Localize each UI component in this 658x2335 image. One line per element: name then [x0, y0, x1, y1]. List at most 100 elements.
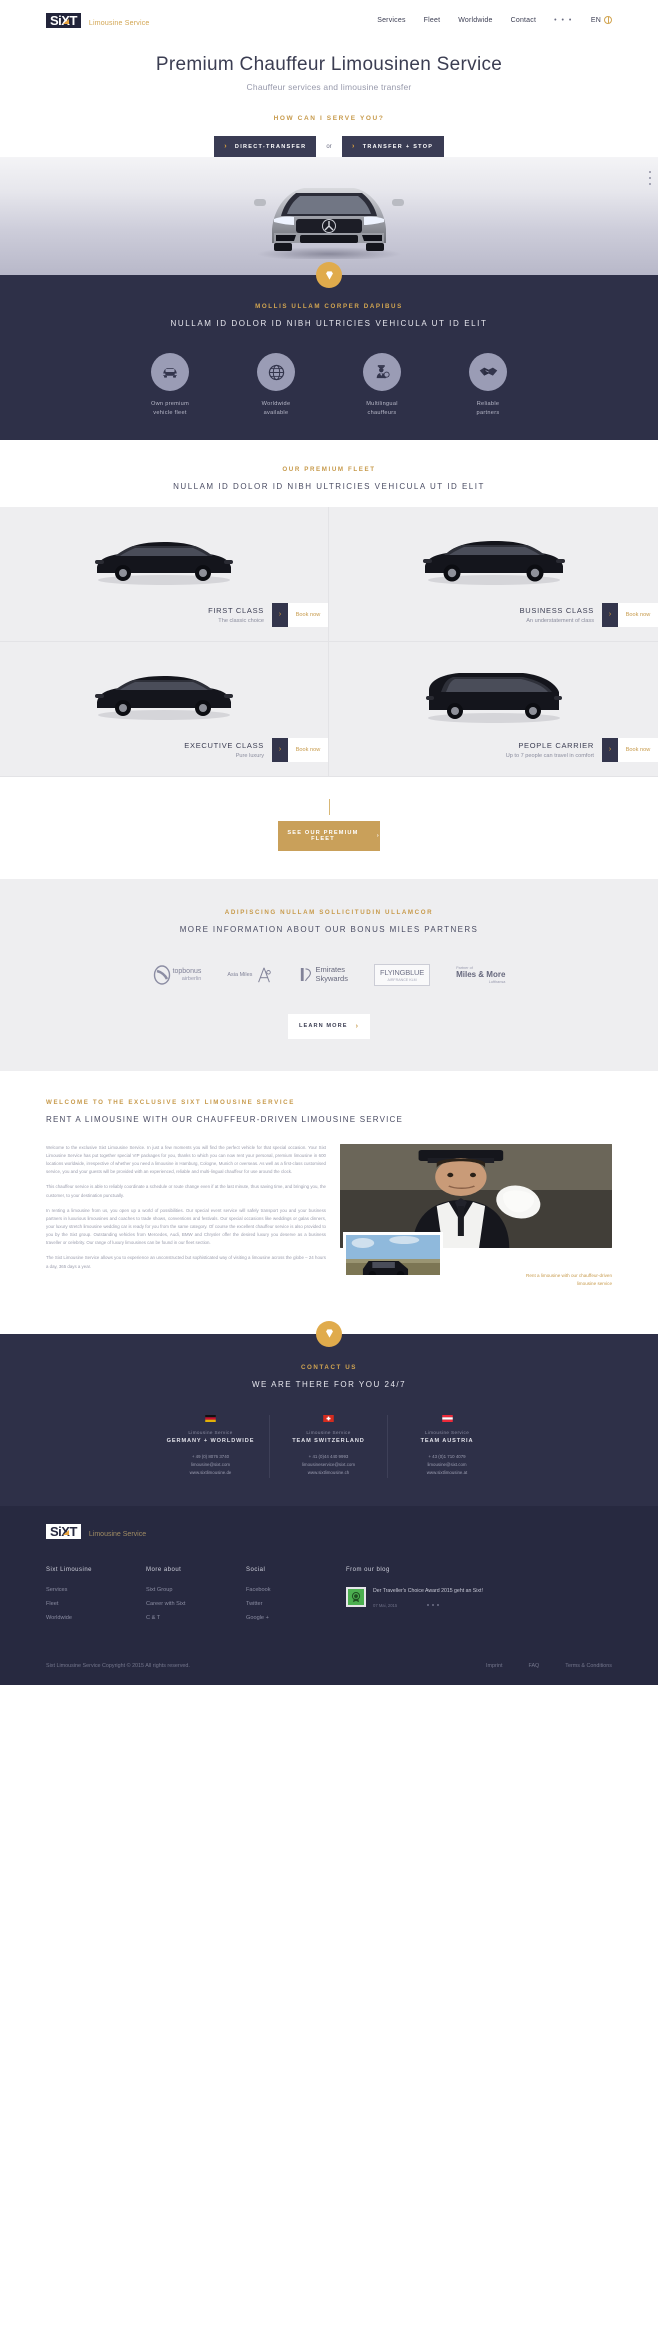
legal-link-faq[interactable]: FAQ [528, 1663, 539, 1669]
footer-link-services[interactable]: Services [46, 1587, 146, 1593]
feature-item[interactable]: Multilingual chauffeurs [344, 353, 420, 418]
book-now-button[interactable]: Book now [288, 737, 328, 762]
language-label: EN [590, 16, 601, 24]
fleet-card-desc: Up to 7 people can travel in comfort [505, 752, 594, 759]
footer-link-worldwide[interactable]: Worldwide [46, 1615, 146, 1621]
blog-item[interactable]: Der Traveller's Choice Award 2015 geht a… [346, 1586, 496, 1608]
page-root: SiXT Limousine Service Services Fleet Wo… [0, 0, 658, 1685]
features-eyebrow: MOLLIS ULLAM CORPER DAPIBUS [255, 303, 403, 310]
footer-logo[interactable]: SiXT Limousine Service [46, 1523, 612, 1539]
book-now-group[interactable]: › Book now [602, 737, 658, 762]
office-email[interactable]: limousine@sixt.com [398, 1461, 496, 1469]
chauffeur-icon [376, 364, 390, 379]
hero-button-row: › DIRECT-TRANSFER or › TRANSFER + STOP [0, 136, 658, 157]
legal-link-imprint[interactable]: Imprint [486, 1663, 502, 1669]
feature-icon-wrap [257, 353, 295, 391]
fleet-card-executive-class[interactable]: EXECUTIVE CLASS Pure luxury › Book now [0, 641, 329, 777]
office-phone[interactable]: + 43 (0)1 710 4079 [398, 1453, 496, 1461]
main-nav: Services Fleet Worldwide Contact • • • E… [377, 16, 612, 24]
book-now-group[interactable]: › Book now [272, 737, 328, 762]
footer-column-heading: From our blog [346, 1566, 390, 1573]
office-website[interactable]: www.sixtlimousine.ch [280, 1469, 377, 1477]
logo[interactable]: SiXT Limousine Service [46, 12, 150, 28]
partner-logo-row: topbonus airberlin Asia Miles Emirates S… [0, 963, 658, 986]
book-now-group[interactable]: › Book now [272, 602, 328, 627]
fleet-card-people-carrier[interactable]: PEOPLE CARRIER Up to 7 people can travel… [329, 641, 658, 777]
nav-item-fleet[interactable]: Fleet [424, 17, 441, 24]
direct-transfer-button[interactable]: › DIRECT-TRANSFER [214, 136, 317, 157]
book-now-button[interactable]: Book now [618, 737, 658, 762]
scroll-badge[interactable] [316, 262, 342, 288]
book-now-button[interactable]: Book now [288, 602, 328, 627]
office-website[interactable]: www.sixtlimousine.de [162, 1469, 259, 1477]
flag-at-icon [441, 1414, 453, 1422]
footer-column-social: Social Facebook Twitter Google + [246, 1567, 346, 1629]
footer-column-sixt-limousine: Sixt Limousine Services Fleet Worldwide [46, 1567, 146, 1629]
see-premium-fleet-button[interactable]: SEE OUR PREMIUM FLEET › [278, 820, 380, 851]
partner-logo-emirates-skywards[interactable]: Emirates Skywards [299, 966, 348, 983]
office-phone[interactable]: + 41 (0)44 440 9993 [280, 1453, 377, 1461]
fleet-card-business-class[interactable]: BUSINESS CLASS An understatement of clas… [329, 506, 658, 642]
feature-item[interactable]: Reliable partners [450, 353, 526, 418]
footer-column-blog: From our blog Der Traveller's Choice Awa… [346, 1567, 496, 1629]
footer-link-fleet[interactable]: Fleet [46, 1601, 146, 1607]
partner-name-line1: FLYINGBLUE [379, 967, 425, 977]
hero-car-image [254, 188, 404, 259]
partner-name-line3: Lufthansa [488, 979, 506, 984]
fleet-card-meta: FIRST CLASS The classic choice › Book no… [208, 602, 328, 627]
fleet-card-first-class[interactable]: FIRST CLASS The classic choice › Book no… [0, 506, 329, 642]
nav-more-icon[interactable]: • • • [554, 17, 573, 24]
blog-pagination-dots[interactable] [427, 1604, 440, 1607]
contact-badge[interactable] [316, 1320, 342, 1347]
footer-column-heading: More about [146, 1566, 182, 1573]
chevron-right-icon[interactable]: › [272, 737, 288, 762]
office-city: GERMANY + WORLDWIDE [166, 1437, 255, 1444]
nav-item-worldwide[interactable]: Worldwide [458, 17, 492, 24]
footer-column-heading: Sixt Limousine [46, 1566, 93, 1573]
partner-name-line2: Skywards [315, 973, 348, 983]
divider-line [328, 798, 330, 815]
welcome-body: Welcome to the exclusive Sixt Limousine … [46, 1143, 612, 1286]
footer-link-facebook[interactable]: Facebook [246, 1587, 346, 1593]
welcome-title: RENT A LIMOUSINE WITH OUR CHAUFFEUR-DRIV… [46, 1114, 404, 1124]
feature-icon-wrap [151, 353, 189, 391]
office-website[interactable]: www.sixtlimousine.at [398, 1469, 496, 1477]
partner-logo-flyingblue[interactable]: FLYINGBLUE AIRFRANCE KLM [373, 963, 431, 986]
nav-item-contact[interactable]: Contact [511, 17, 537, 24]
limousine-illustration [346, 1234, 440, 1275]
footer-link-ct[interactable]: C & T [146, 1615, 246, 1621]
copyright-text: Sixt Limousine Service Copyright © 2015 … [46, 1662, 190, 1669]
office-contact-lines: + 43 (0)1 710 4079 limousine@sixt.com ww… [398, 1453, 496, 1478]
office-email[interactable]: limousineservice@sixt.com [280, 1461, 377, 1469]
chevron-right-icon[interactable]: › [272, 602, 288, 627]
book-now-button[interactable]: Book now [618, 602, 658, 627]
footer-link-google-plus[interactable]: Google + [246, 1615, 346, 1621]
scroll-indicator[interactable] [649, 171, 651, 185]
welcome-section: WELCOME TO THE EXCLUSIVE SIXT LIMOUSINE … [0, 1070, 658, 1308]
nav-item-services[interactable]: Services [377, 17, 405, 24]
office-email[interactable]: limousine@sixt.com [162, 1461, 259, 1469]
partner-logo-asia-miles[interactable]: Asia Miles [227, 966, 273, 984]
chevron-right-icon[interactable]: › [602, 602, 618, 627]
footer-link-sixt-group[interactable]: Sixt Group [146, 1587, 246, 1593]
fleet-card-name: EXECUTIVE CLASS [184, 740, 264, 750]
footer-link-career[interactable]: Career with Sixt [146, 1601, 246, 1607]
partner-logo-miles-and-more[interactable]: Partner of Miles & More Lufthansa [456, 966, 505, 985]
transfer-stop-button[interactable]: › TRANSFER + STOP [341, 136, 444, 157]
partner-logo-topbonus[interactable]: topbonus airberlin [153, 965, 201, 985]
footer-column-more-about: More about Sixt Group Career with Sixt C… [146, 1567, 246, 1629]
feature-item[interactable]: Worldwide available [238, 353, 314, 418]
feature-item[interactable]: Own premium vehicle fleet [132, 353, 208, 418]
contact-section: CONTACT US WE ARE THERE FOR YOU 24/7 Lim… [0, 1320, 658, 1506]
learn-more-button[interactable]: LEARN MORE › [288, 1013, 370, 1039]
office-phone[interactable]: + 49 (0) 8076 3740 [162, 1453, 259, 1461]
welcome-paragraph: This chauffeur service is able to reliab… [46, 1184, 326, 1198]
language-switcher[interactable]: EN [591, 16, 612, 24]
legal-link-terms[interactable]: Terms & Conditions [565, 1663, 612, 1669]
book-now-group[interactable]: › Book now [602, 602, 658, 627]
welcome-paragraph: In renting a limousine from us, you open… [46, 1207, 326, 1246]
chevron-right-icon[interactable]: › [602, 737, 618, 762]
logo-tick-icon [62, 18, 69, 24]
executive-class-car-image [95, 675, 233, 720]
footer-link-twitter[interactable]: Twitter [246, 1601, 346, 1607]
